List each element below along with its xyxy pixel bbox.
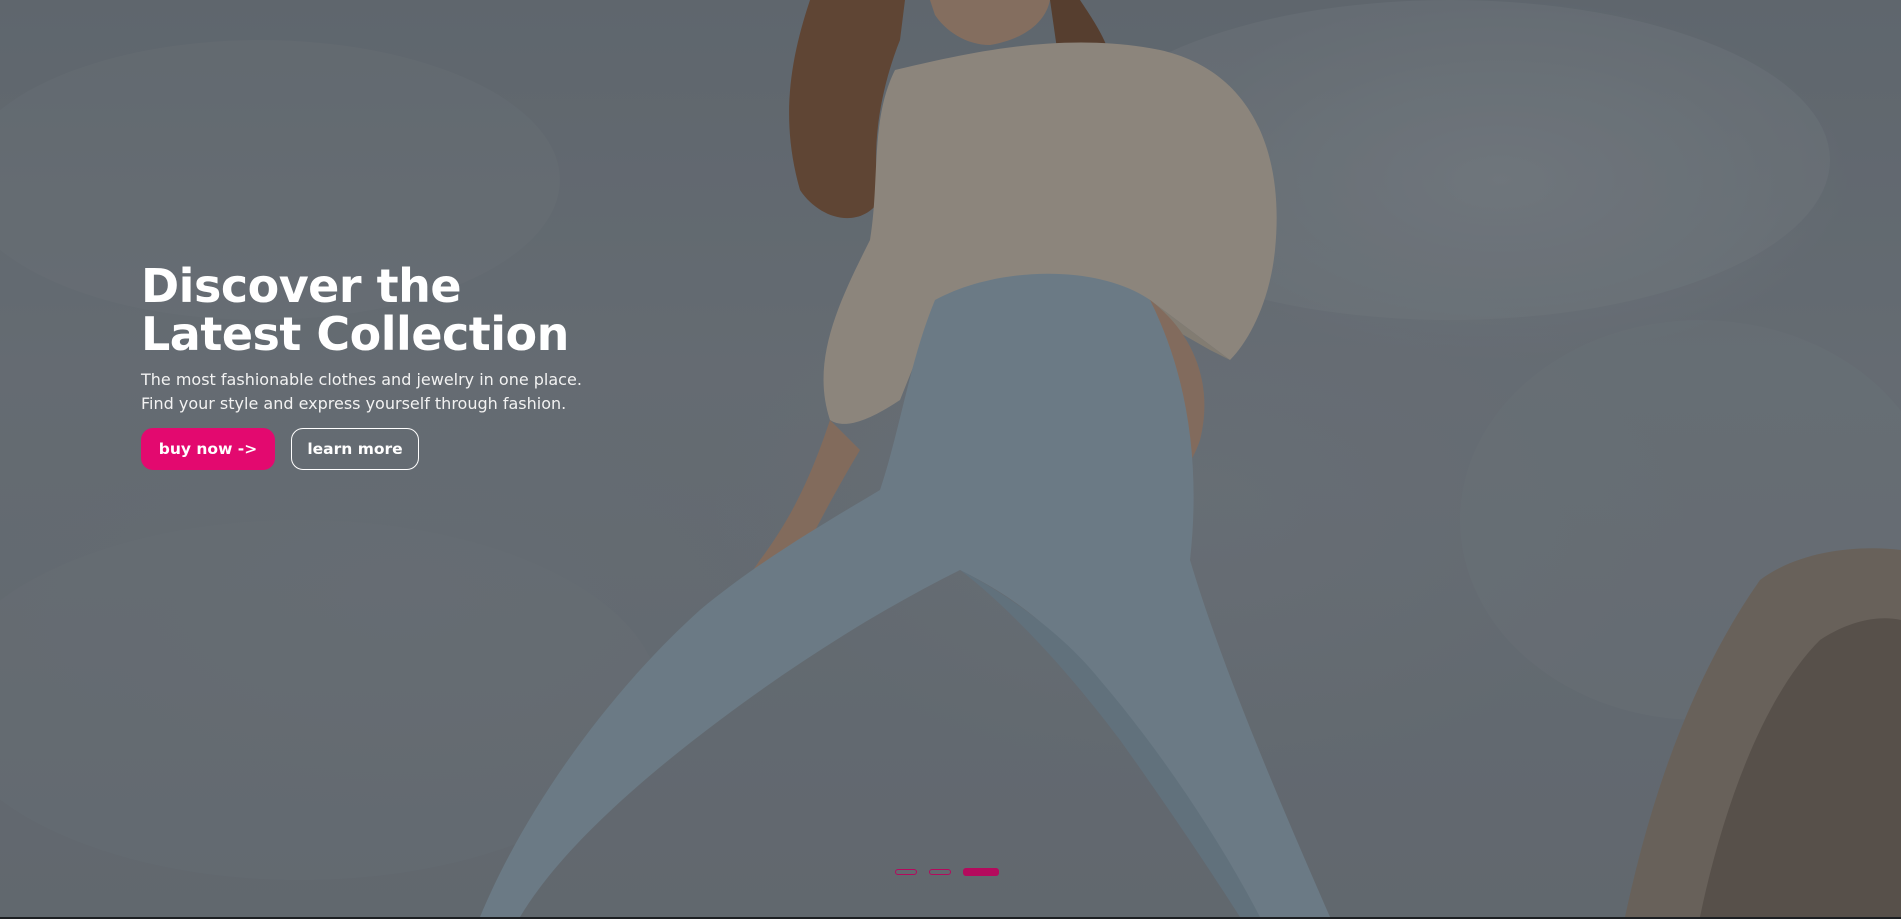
- slider-dots: [895, 868, 999, 876]
- hero-headline: Discover the Latest Collection: [141, 259, 569, 361]
- slide-dot-2[interactable]: [929, 869, 951, 875]
- hero-banner: Discover the Latest Collection The most …: [0, 0, 1901, 917]
- buy-now-button[interactable]: buy now ->: [141, 428, 275, 470]
- learn-more-button[interactable]: learn more: [291, 428, 419, 470]
- hero-content: Discover the Latest Collection The most …: [141, 262, 621, 470]
- slide-dot-1[interactable]: [895, 869, 917, 875]
- hero-buttons: buy now -> learn more: [141, 428, 621, 470]
- hero-subtitle: The most fashionable clothes and jewelry…: [141, 370, 582, 413]
- slide-dot-3-active[interactable]: [963, 868, 999, 876]
